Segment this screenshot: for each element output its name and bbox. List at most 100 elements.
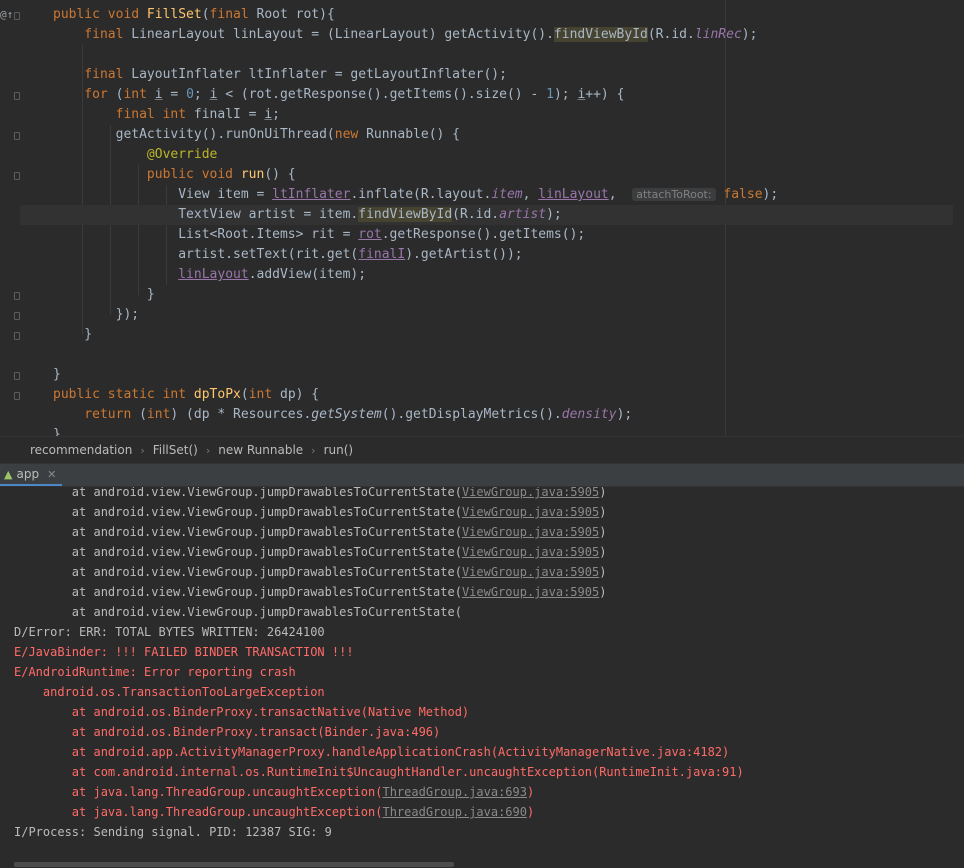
code-line[interactable]: });: [53, 305, 953, 325]
fold-marker-icon[interactable]: [14, 392, 20, 400]
code-token: (: [139, 407, 147, 422]
code-line[interactable]: [53, 45, 953, 65]
code-token: LayoutInflater ltInflater = getLayoutInf…: [131, 67, 507, 82]
fold-marker-icon[interactable]: [14, 332, 20, 340]
code-token: findViewById: [553, 27, 648, 42]
console-text: ): [526, 805, 535, 819]
code-token: item: [491, 187, 523, 202]
console-text: D/Error: ERR: TOTAL BYTES WRITTEN: 26424…: [14, 625, 325, 639]
fold-marker-icon[interactable]: [14, 92, 20, 100]
code-token: TextView artist = item.: [53, 207, 359, 222]
console-text: ): [526, 785, 535, 799]
code-line[interactable]: [53, 345, 953, 365]
console-text: at android.view.ViewGroup.jumpDrawablesT…: [14, 545, 462, 559]
code-token: ,: [522, 187, 539, 202]
code-token: List<Root.Items> rit =: [53, 227, 359, 242]
run-tab-app[interactable]: ▲ app ✕: [0, 464, 63, 486]
code-token: for: [53, 87, 116, 102]
code-token: getSystem: [311, 407, 382, 422]
breadcrumb-item[interactable]: new Runnable: [218, 443, 303, 457]
code-token: artist: [499, 207, 547, 222]
code-token: }: [53, 367, 61, 382]
code-token: =: [162, 87, 187, 102]
code-line[interactable]: }: [53, 365, 953, 385]
source-link[interactable]: ThreadGroup.java:693: [382, 785, 527, 799]
code-token: FillSet: [146, 7, 202, 22]
chevron-right-icon: ›: [140, 443, 145, 457]
code-editor[interactable]: @↑ public void FillSet(final Root rot){ …: [0, 0, 964, 436]
override-marker-icon[interactable]: @↑: [0, 8, 13, 21]
code-line[interactable]: linLayout.addView(item);: [53, 265, 953, 285]
code-token: );: [616, 407, 633, 422]
code-line[interactable]: View item = ltInflater.inflate(R.layout.…: [53, 185, 953, 205]
console-text: ): [599, 525, 607, 539]
chevron-right-icon: ›: [311, 443, 316, 457]
code-token: linLayout: [538, 187, 609, 202]
code-token: int: [123, 87, 155, 102]
fold-marker-icon[interactable]: [14, 372, 20, 380]
breadcrumb-item[interactable]: FillSet(): [153, 443, 198, 457]
code-line[interactable]: final LayoutInflater ltInflater = getLay…: [53, 65, 953, 85]
source-link[interactable]: ViewGroup.java:5905: [462, 565, 599, 579]
code-line[interactable]: TextView artist = item.findViewById(R.id…: [20, 205, 953, 225]
code-token: i: [264, 107, 273, 122]
breadcrumb-item[interactable]: run(): [324, 443, 354, 457]
console-text: at android.view.ViewGroup.jumpDrawablesT…: [14, 505, 462, 519]
source-link[interactable]: ViewGroup.java:5905: [462, 545, 599, 559]
source-link[interactable]: ViewGroup.java:5905: [462, 505, 599, 519]
console-line: E/AndroidRuntime: Error reporting crash: [14, 662, 744, 682]
console-text: at android.view.ViewGroup.jumpDrawablesT…: [14, 525, 462, 539]
fold-marker-icon[interactable]: [14, 292, 20, 300]
code-line[interactable]: for (int i = 0; i < (rot.getResponse().g…: [53, 85, 953, 105]
code-line[interactable]: getActivity().runOnUiThread(new Runnable…: [53, 125, 953, 145]
code-token: getActivity().runOnUiThread(: [53, 127, 335, 142]
code-line[interactable]: artist.setText(rit.get(finalI).getArtist…: [53, 245, 953, 265]
code-token: false: [715, 187, 763, 202]
code-token: ,: [608, 187, 633, 202]
code-token: Runnable() {: [366, 127, 460, 142]
console-text: at java.lang.ThreadGroup.uncaughtExcepti…: [14, 805, 383, 819]
close-icon[interactable]: ✕: [47, 468, 56, 481]
fold-marker-icon[interactable]: [14, 172, 20, 180]
source-link[interactable]: ViewGroup.java:5905: [462, 525, 599, 539]
code-lines[interactable]: public void FillSet(final Root rot){ fin…: [20, 5, 953, 436]
code-token: (R.id.: [452, 207, 500, 222]
code-token: new: [334, 127, 367, 142]
fold-marker-icon[interactable]: [14, 132, 20, 140]
code-line[interactable]: final int finalI = i;: [53, 105, 953, 125]
console-line: at android.view.ViewGroup.jumpDrawablesT…: [14, 522, 744, 542]
code-token: dpToPx: [193, 387, 241, 402]
code-line[interactable]: }: [53, 425, 953, 436]
breadcrumb-item[interactable]: recommendation: [30, 443, 132, 457]
horizontal-scrollbar[interactable]: [14, 862, 454, 867]
code-line[interactable]: final LinearLayout linLayout = (LinearLa…: [53, 25, 953, 45]
fold-marker-icon[interactable]: [14, 312, 20, 320]
code-line[interactable]: @Override: [53, 145, 953, 165]
logcat-console[interactable]: at android.view.ViewGroup.jumpDrawablesT…: [0, 487, 964, 868]
code-line[interactable]: public void FillSet(final Root rot){: [53, 5, 953, 25]
parameter-hint: attachToRoot:: [632, 188, 716, 201]
code-token: () {: [264, 167, 296, 182]
code-token: .getResponse().getItems();: [381, 227, 586, 242]
code-token: < (rot.getResponse().getItems().size() -: [217, 87, 547, 102]
code-line[interactable]: List<Root.Items> rit = rot.getResponse()…: [53, 225, 953, 245]
code-line[interactable]: public static int dpToPx(int dp) {: [53, 385, 953, 405]
code-token: linLayout: [178, 267, 249, 282]
code-line[interactable]: }: [53, 285, 953, 305]
code-line[interactable]: }: [53, 325, 953, 345]
source-link[interactable]: ViewGroup.java:5905: [462, 487, 599, 499]
source-link[interactable]: ViewGroup.java:5905: [462, 585, 599, 599]
source-link[interactable]: ThreadGroup.java:690: [382, 805, 527, 819]
console-text: ): [599, 565, 607, 579]
code-token: }: [53, 287, 155, 302]
code-token: run: [240, 167, 265, 182]
code-line[interactable]: public void run() {: [53, 165, 953, 185]
code-token: density: [561, 407, 617, 422]
code-token: );: [762, 187, 779, 202]
fold-marker-icon[interactable]: [14, 12, 20, 20]
console-text: ): [599, 545, 607, 559]
code-line[interactable]: return (int) (dp * Resources.getSystem()…: [53, 405, 953, 425]
code-token: linRec: [694, 27, 742, 42]
code-token: rot: [358, 227, 382, 242]
